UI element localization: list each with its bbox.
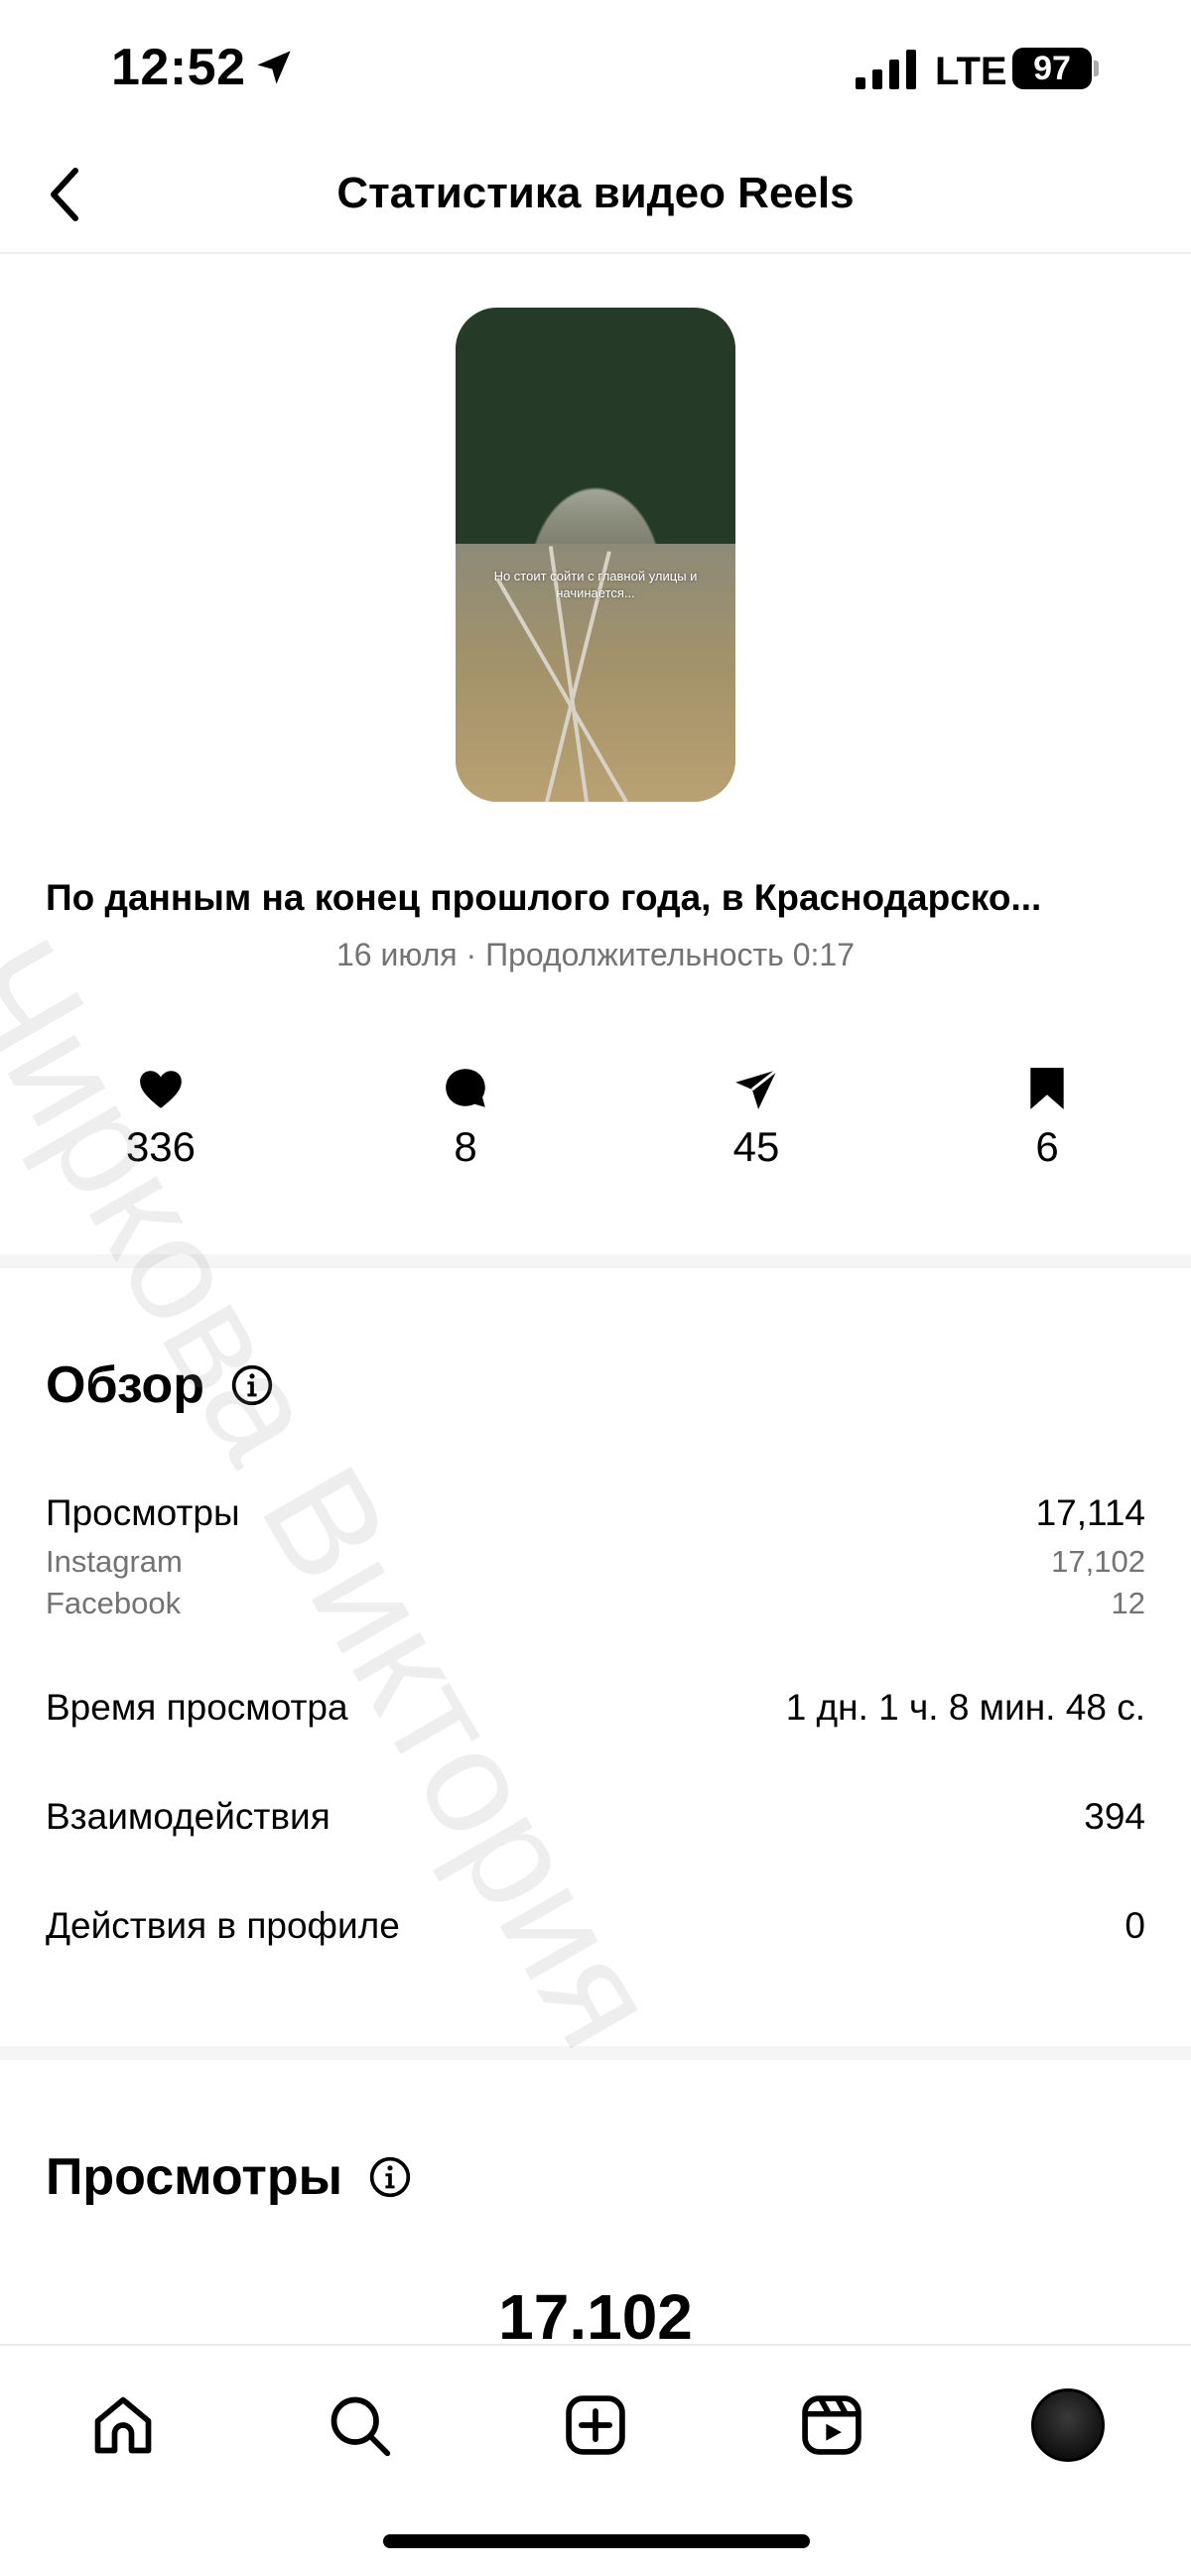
- status-bar: 12:52 LTE 97: [0, 0, 1191, 139]
- plus-square-icon: [566, 2395, 625, 2455]
- tab-search[interactable]: [320, 2385, 399, 2465]
- network-type: LTE: [935, 50, 1007, 93]
- saves-count: 6: [1035, 1123, 1059, 1170]
- views-heading: Просмотры: [46, 2147, 412, 2207]
- views-row: Просмотры 17,114: [46, 1492, 1145, 1534]
- tab-profile[interactable]: [1028, 2385, 1108, 2465]
- home-icon: [94, 2396, 152, 2454]
- page-title: Статистика видео Reels: [336, 169, 855, 217]
- nav-header: Статистика видео Reels: [0, 139, 1191, 254]
- reels-icon: [802, 2395, 861, 2455]
- facebook-value: 12: [1111, 1586, 1145, 1620]
- instagram-value: 17,102: [1051, 1544, 1145, 1579]
- heart-icon: [140, 1071, 182, 1108]
- info-icon[interactable]: [230, 1363, 274, 1407]
- profile-actions-value: 0: [1125, 1905, 1145, 1946]
- saves-stat: 6: [968, 1064, 1126, 1171]
- interactions-row[interactable]: Взаимодействия 394: [46, 1796, 1145, 1838]
- overview-heading: Обзор: [46, 1355, 274, 1415]
- status-time: 12:52: [111, 39, 246, 96]
- home-indicator: [383, 2534, 810, 2548]
- views-label: Просмотры: [46, 1492, 240, 1533]
- profile-actions-row[interactable]: Действия в профиле 0: [46, 1905, 1145, 1947]
- watch-time-value: 1 дн. 1 ч. 8 мин. 48 с.: [785, 1687, 1145, 1728]
- tab-create[interactable]: [556, 2385, 635, 2465]
- reel-thumbnail[interactable]: Но стоит сойти с главной улицы и начинае…: [456, 308, 735, 802]
- tab-home[interactable]: [83, 2385, 163, 2465]
- overview-title: Обзор: [46, 1356, 204, 1414]
- reel-title: По данным на конец прошлого года, в Крас…: [46, 877, 1042, 918]
- views-value: 17,114: [1035, 1492, 1145, 1533]
- views-total: 17.102: [498, 2281, 693, 2353]
- tab-reels[interactable]: [792, 2385, 871, 2465]
- battery-tip: [1094, 61, 1099, 76]
- likes-count: 336: [125, 1123, 197, 1170]
- interactions-label: Взаимодействия: [46, 1796, 331, 1837]
- profile-actions-label: Действия в профиле: [46, 1905, 400, 1946]
- likes-stat: 336: [81, 1064, 240, 1171]
- facebook-views-row: Facebook 12: [46, 1586, 1145, 1621]
- reel-meta: 16 июля · Продолжительность 0:17: [335, 937, 856, 972]
- cellular-signal-icon: [856, 50, 916, 89]
- section-divider: [0, 2046, 1191, 2060]
- views-section-title: Просмотры: [46, 2148, 343, 2206]
- facebook-label: Facebook: [46, 1586, 182, 1620]
- bookmark-icon: [1030, 1068, 1064, 1109]
- shares-stat: 45: [677, 1064, 836, 1171]
- info-icon[interactable]: [368, 2155, 412, 2199]
- thumbnail-caption: Но стоит сойти с главной улицы и начинае…: [493, 569, 698, 600]
- engagement-stats: 336 8 45 6: [0, 1064, 1191, 1193]
- shares-count: 45: [732, 1123, 780, 1170]
- instagram-label: Instagram: [46, 1544, 183, 1579]
- search-icon: [331, 2396, 391, 2457]
- watch-time-row: Время просмотра 1 дн. 1 ч. 8 мин. 48 с.: [46, 1687, 1145, 1729]
- instagram-views-row: Instagram 17,102: [46, 1544, 1145, 1580]
- avatar: [1031, 2388, 1105, 2462]
- location-arrow-icon: [257, 51, 291, 84]
- send-icon: [735, 1069, 778, 1109]
- comment-icon: [446, 1069, 485, 1107]
- battery-indicator: 97: [1012, 48, 1092, 89]
- watch-time-label: Время просмотра: [46, 1687, 348, 1728]
- comments-count: 8: [454, 1123, 477, 1170]
- comments-stat: 8: [386, 1064, 545, 1171]
- interactions-value: 394: [1084, 1796, 1145, 1837]
- section-divider: [0, 1254, 1191, 1268]
